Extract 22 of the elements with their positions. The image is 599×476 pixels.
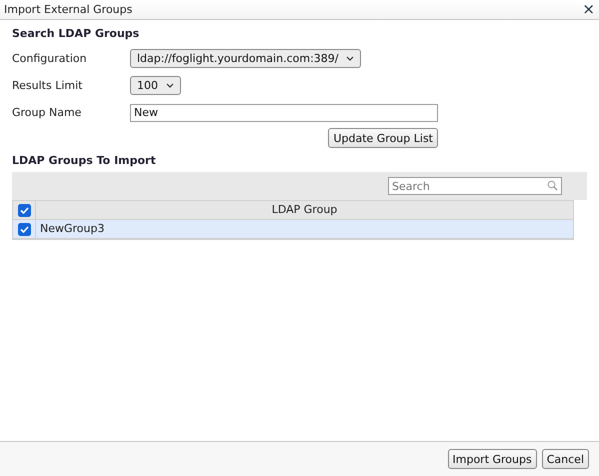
select-all-checkbox[interactable]: [18, 204, 30, 216]
table-cell-text: NewGroup3: [39, 221, 106, 237]
chevron-down-icon: [346, 56, 354, 61]
field-label: Group Name: [12, 106, 82, 119]
dialog-button[interactable]: Cancel: [542, 449, 589, 469]
dialog-button[interactable]: Import Groups: [448, 449, 537, 469]
field-label: Configuration: [12, 52, 88, 65]
row-checkbox[interactable]: [18, 222, 30, 236]
chevron-down-icon: [166, 83, 174, 88]
group-name-field[interactable]: New: [130, 104, 438, 122]
close-button[interactable]: ×: [582, 2, 595, 17]
field-label: Results Limit: [12, 79, 84, 92]
results-limit-dropdown[interactable]: 100: [130, 76, 181, 95]
window-title: Import External Groups: [4, 3, 132, 16]
configuration-dropdown[interactable]: ldap://foglight.yourdomain.com:389/: [130, 49, 362, 68]
search-icon: [547, 180, 558, 191]
column-header: LDAP Group: [270, 202, 338, 218]
section-heading: Search LDAP Groups: [12, 27, 140, 40]
section-heading: LDAP Groups To Import: [12, 154, 157, 167]
search-field[interactable]: Search: [388, 177, 562, 195]
table-row[interactable]: NewGroup3: [13, 220, 573, 239]
update-group-list-button[interactable]: Update Group List: [328, 128, 438, 148]
